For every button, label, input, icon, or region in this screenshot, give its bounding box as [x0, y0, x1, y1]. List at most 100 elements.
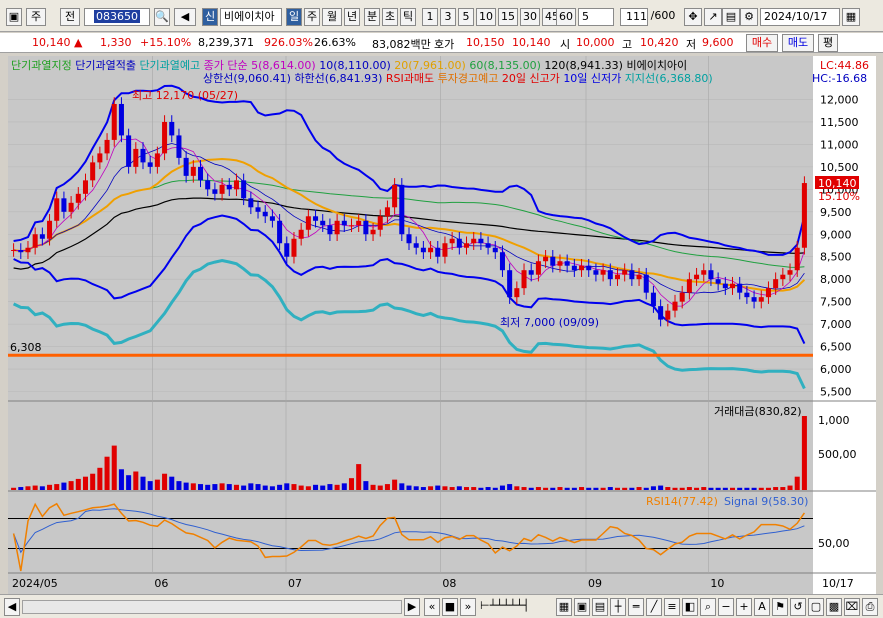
shape-icon[interactable]: ◧ — [682, 598, 698, 616]
plus-icon[interactable]: + — [736, 598, 752, 616]
low-annotation: 최저 7,000 (09/09) — [500, 316, 599, 329]
interval-10[interactable]: 10 — [476, 8, 496, 26]
legend-item: 단기과열적출 — [75, 59, 139, 72]
period-tab-second[interactable]: 초 — [382, 8, 398, 26]
volume-bar — [780, 487, 786, 490]
period-tab-month[interactable]: 월 — [322, 8, 342, 26]
stack-icon[interactable]: ▤ — [592, 598, 608, 616]
delete-icon[interactable]: ⌧ — [844, 598, 860, 616]
type-badge: 신 — [202, 8, 218, 26]
price-chart[interactable]: 12,00011,50011,00010,50010,0009,5009,000… — [8, 56, 876, 596]
quote-bar: 10,140 ▲ 1,330 +15.10% 8,239,371 926.03%… — [0, 33, 883, 53]
quote-low-label: 저 — [686, 38, 697, 51]
quote-turnover: 26.63% — [314, 36, 356, 49]
window-icon[interactable]: ▣ — [574, 598, 590, 616]
candle-icon[interactable]: ┼ — [610, 598, 626, 616]
stock-code-input[interactable]: 083650 — [84, 8, 150, 26]
forward-icon[interactable]: » — [460, 598, 476, 616]
print-icon[interactable]: ⎙ — [862, 598, 878, 616]
candle-body — [456, 238, 462, 248]
volume-bar — [190, 483, 196, 490]
interval-select[interactable]: 5 — [578, 8, 614, 26]
chart-area[interactable]: 12,000 11,500 11,000 10,500 10,000 9,500 9,000… — [8, 56, 876, 596]
interval-1[interactable]: 1 — [422, 8, 438, 26]
volume-bar — [183, 482, 189, 490]
stop-icon[interactable]: ■ — [442, 598, 458, 616]
eval-button[interactable]: 평 — [818, 34, 838, 52]
count-total: /600 — [650, 9, 676, 22]
speaker-icon[interactable]: ◀ — [174, 8, 196, 26]
candle-body — [212, 189, 218, 194]
volume-bar — [147, 481, 153, 490]
mode-select-1[interactable]: 주 — [26, 8, 46, 26]
quote-bid-label: 호가 — [434, 38, 455, 51]
candle-body — [801, 183, 807, 248]
candle-body — [543, 256, 549, 262]
price-tick: 5,500 — [820, 386, 852, 399]
period-tab-year[interactable]: 년 — [344, 8, 360, 26]
volume-bar — [600, 487, 606, 490]
volume-bar — [751, 487, 757, 490]
trend-icon[interactable]: ╱ — [646, 598, 662, 616]
calendar-icon[interactable]: ▦ — [842, 8, 860, 26]
gear-icon[interactable]: ⚙ — [740, 8, 758, 26]
stock-name-field[interactable]: 비에이치아 — [220, 8, 282, 26]
image-icon[interactable]: ▩ — [826, 598, 842, 616]
candle-body — [428, 247, 434, 253]
sell-button[interactable]: 매도 — [782, 34, 814, 52]
candle-body — [241, 180, 247, 199]
interval-15[interactable]: 15 — [498, 8, 518, 26]
interval-30[interactable]: 30 — [520, 8, 540, 26]
candle-body — [492, 247, 498, 253]
minus-icon[interactable]: − — [718, 598, 734, 616]
candle-body — [341, 220, 347, 226]
rect-icon[interactable]: ▢ — [808, 598, 824, 616]
mode-select-2[interactable]: 전 — [60, 8, 80, 26]
zoom-slider[interactable]: ⊢┴┴┴┴┴┤ — [480, 598, 542, 616]
save-icon[interactable]: ▤ — [722, 8, 740, 26]
chart-type-icon[interactable]: ▣ — [6, 8, 22, 26]
draw-icon[interactable]: ↗ — [704, 8, 722, 26]
grid-icon[interactable]: ▦ — [556, 598, 572, 616]
volume-bar — [686, 487, 692, 490]
flag-icon[interactable]: ⚑ — [772, 598, 788, 616]
volume-bar — [557, 487, 563, 490]
date-input[interactable]: 2024/10/17 — [760, 8, 840, 26]
interval-60[interactable]: 60 — [556, 8, 576, 26]
count-input[interactable]: 111 — [620, 8, 648, 26]
fib-icon[interactable]: ≡ — [664, 598, 680, 616]
scrollbar-track[interactable] — [22, 600, 402, 614]
candle-body — [679, 292, 685, 302]
text-icon[interactable]: A — [754, 598, 770, 616]
candle-body — [291, 238, 297, 257]
crosshair-icon[interactable]: ✥ — [684, 8, 702, 26]
candle-body — [413, 243, 419, 248]
scroll-right-button[interactable]: ▶ — [404, 598, 420, 616]
period-tab-day[interactable]: 일 — [286, 8, 302, 26]
rewind-icon[interactable]: « — [424, 598, 440, 616]
period-tab-minute[interactable]: 분 — [364, 8, 380, 26]
candle-body — [780, 274, 786, 280]
zoom-icon[interactable]: ⌕ — [700, 598, 716, 616]
date-tick: 10/17 — [822, 577, 854, 590]
legend-item: 20(7,961.00) — [394, 59, 469, 72]
candle-body — [219, 184, 225, 194]
period-tab-week[interactable]: 주 — [304, 8, 320, 26]
candle-body — [449, 238, 455, 244]
interval-5[interactable]: 5 — [458, 8, 474, 26]
search-icon[interactable]: 🔍 — [154, 8, 170, 26]
candle-body — [643, 274, 649, 293]
buy-button[interactable]: 매수 — [746, 34, 778, 52]
price-tick: 6,500 — [820, 341, 852, 354]
period-tab-tick[interactable]: 틱 — [400, 8, 416, 26]
quote-vol-ratio: 926.03% — [264, 36, 313, 49]
interval-3[interactable]: 3 — [440, 8, 456, 26]
hline-icon[interactable]: ═ — [628, 598, 644, 616]
candle-body — [435, 247, 441, 257]
undo-icon[interactable]: ↺ — [790, 598, 806, 616]
scroll-left-button[interactable]: ◀ — [4, 598, 20, 616]
candle-body — [169, 121, 175, 136]
volume-bar — [233, 484, 239, 490]
candle-body — [226, 184, 232, 190]
support-label: 6,308 — [10, 341, 42, 354]
